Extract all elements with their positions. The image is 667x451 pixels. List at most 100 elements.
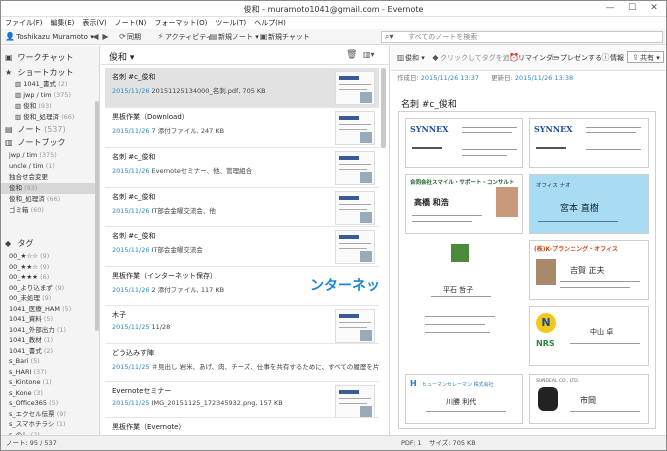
notes-icon: ▤: [5, 125, 13, 134]
menu-note[interactable]: ノート(N): [111, 17, 151, 29]
tag-icon: ◆: [432, 53, 439, 62]
sidebar-notebook-item[interactable]: 俊和 (93): [1, 183, 97, 194]
tag-icon: ◆: [5, 239, 12, 248]
business-card-synnex-1: SYNNEX: [405, 118, 523, 168]
activity-button[interactable]: ⚡ アクティビティ: [156, 31, 213, 43]
note-card-title: Evernoteセミナー: [112, 387, 172, 395]
sidebar-tag-item[interactable]: 1041_資料 (5): [9, 314, 99, 325]
sidebar-notebook-item[interactable]: uncle / tim (1): [1, 161, 97, 172]
sidebar-notebook-item[interactable]: ゴミ箱 (60): [1, 205, 97, 216]
menu-file[interactable]: ファイル(F): [1, 17, 47, 29]
sidebar-tag-item[interactable]: 1041_教材 (1): [9, 335, 99, 346]
delete-icon[interactable]: 🗑: [346, 50, 357, 60]
sidebar-tag-item[interactable]: 00_★★★ (6): [9, 272, 99, 283]
note-card[interactable]: 黒板作業（Evernote）: [105, 418, 379, 435]
sidebar-shortcuts[interactable]: ★ ショートカット: [5, 67, 99, 78]
business-card-synnex-2: SYNNEX: [529, 118, 649, 168]
note-list-scrollbar[interactable]: [381, 68, 386, 148]
note-card-title: 名刺 #c_俊和: [112, 73, 156, 81]
sync-button[interactable]: ⟳同期: [118, 31, 141, 43]
sidebar-tag-item[interactable]: s_Office365 (5): [9, 398, 99, 409]
sidebar-tag-item[interactable]: 1041_医療_HAM (5): [9, 304, 99, 315]
sidebar-tag-item[interactable]: 00_より込まず (9): [9, 283, 99, 294]
new-note-button[interactable]: ▤新規ノート ▾: [209, 31, 259, 43]
note-card-snippet: 2015/11/25 ＃見出し 岩米、あげ、肉、チーズ、仕事を共有するために、す…: [112, 363, 379, 371]
note-card[interactable]: 名刺 #c_俊和 2015/11/26 20151125134000_名刺.pdf…: [105, 68, 379, 108]
sidebar-tag-item[interactable]: 00_★☆☆ (9): [9, 251, 99, 262]
title-bar: 俊和 - muramoto1041@gmail.com - Evernote —…: [1, 1, 666, 17]
sidebar-notebooks[interactable]: ▥ ノートブック: [5, 137, 99, 148]
share-icon: ⇪: [632, 53, 639, 62]
back-button[interactable]: ◀: [91, 31, 100, 43]
sidebar-tag-item[interactable]: s_Bari (5): [9, 356, 99, 367]
info-icon: ⓘ: [601, 53, 610, 62]
view-options-icon[interactable]: ▥▾: [363, 50, 375, 59]
menu-tools[interactable]: ツール(T): [211, 17, 250, 29]
editor-notebook-selector[interactable]: ▥俊和 ▾: [396, 52, 425, 64]
business-card-sundeal: SUNDEAL CO., LTD. 市岡: [529, 374, 649, 424]
sidebar-tag-item[interactable]: 00_★★☆ (9): [9, 262, 99, 273]
note-card-thumbnail-text: ンターネッ: [310, 278, 379, 294]
sidebar-notes[interactable]: ▤ ノート (537): [5, 124, 99, 135]
maximize-button[interactable]: ☐: [621, 1, 643, 16]
note-editor: ▥俊和 ▾ ◆クリックしてタグを追加... ⏰リマインダー ▭プレゼンする ⓘ情…: [391, 46, 666, 435]
menu-edit[interactable]: 編集(E): [47, 17, 79, 29]
new-chat-button[interactable]: ▣新規チャット: [259, 31, 310, 43]
menu-help[interactable]: ヘルプ(H): [250, 17, 290, 29]
sidebar-tag-item[interactable]: 1041_外部出力 (1): [9, 325, 99, 336]
sidebar-shortcut-item[interactable]: ▥ 1041_書式 (2): [15, 79, 99, 90]
pdf-attachment-page[interactable]: SYNNEX SYNNEX 合同会社スマイル・サポート・コンサルト 高橋 和浩: [398, 111, 656, 429]
note-card-title: どう込みす陣: [112, 349, 154, 357]
info-button[interactable]: ⓘ情報: [601, 52, 625, 64]
sidebar-notebook-item[interactable]: jwp / tim (375): [1, 150, 97, 161]
user-icon: 👤: [5, 32, 15, 41]
created-date: 2015/11/26 13:37: [420, 74, 480, 82]
note-title[interactable]: 名刺 #c_俊和: [401, 97, 457, 110]
pdf-page-count: PDF: 1: [401, 439, 422, 447]
note-card[interactable]: 名刺 #c_俊和 2015/11/26 IT部会金曜交流会: [105, 227, 379, 267]
note-card-snippet: 2015/11/25 IMG_20151125_172345932.png, 1…: [112, 399, 283, 407]
business-card-mz-back: [405, 306, 523, 366]
note-card[interactable]: 名刺 #c_俊和 2015/11/26 Evernoteセミナー、他、管理組合: [105, 148, 379, 188]
sidebar-scrollbar[interactable]: [95, 101, 99, 331]
present-button[interactable]: ▭プレゼンする: [551, 52, 602, 64]
business-card-smile-support: 合同会社スマイル・サポート・コンサルト 高橋 和浩: [405, 174, 523, 234]
note-card-snippet: 2015/11/26 IT部会金曜交流会、他: [112, 207, 216, 215]
note-card[interactable]: 名刺 #c_俊和 2015/11/26 IT部会金曜交流会、他: [105, 188, 379, 227]
share-button[interactable]: ⇪共有 ▾: [627, 51, 664, 63]
forward-button[interactable]: ▶: [101, 31, 110, 43]
user-menu[interactable]: 👤 Toshikazu Muramoto ▾: [5, 31, 94, 43]
sidebar-tag-item[interactable]: s_Kintone (1): [9, 377, 99, 388]
note-metadata: 作成日: 2015/11/26 13:37 更新日: 2015/11/26 13…: [397, 74, 574, 82]
note-card[interactable]: どう込みす陣 2015/11/25 ＃見出し 岩米、あげ、肉、チーズ、仕事を共有す…: [105, 344, 379, 382]
menu-view[interactable]: 表示(V): [78, 17, 110, 29]
notebook-title[interactable]: 俊和 ▾: [109, 50, 134, 63]
sidebar-tag-item[interactable]: s_Kone (3): [9, 388, 99, 399]
notebook-icon: ▥: [396, 53, 405, 62]
portrait-photo: [536, 259, 556, 285]
sidebar-tag-item[interactable]: s_スマホチラシ (1): [9, 419, 99, 430]
sidebar-tag-item[interactable]: s_エクセル伝票 (9): [9, 409, 99, 420]
notebook-icon: ▥: [5, 138, 13, 147]
note-card[interactable]: 木子 2015/11/25 11/28: [105, 306, 379, 344]
sidebar-work-chat[interactable]: ▣ ワークチャット: [5, 52, 99, 63]
note-card-thumbnail: [335, 309, 375, 343]
sidebar-shortcut-item[interactable]: ▥ 俊和_処理済 (66): [15, 112, 99, 123]
note-card[interactable]: 黒板作業（インターネット保存） 2015/11/26 2 添付ファイル, 117 …: [105, 267, 379, 306]
sidebar-shortcut-item[interactable]: ▥ 俊和 (93): [15, 101, 99, 112]
close-button[interactable]: ✕: [643, 1, 665, 16]
note-card[interactable]: Evernoteセミナー 2015/11/25 IMG_20151125_1723…: [105, 382, 379, 418]
note-card[interactable]: 黒板作業（Download） 2015/11/26 7 添付ファイル, 247 K…: [105, 108, 379, 148]
sidebar-tag-item[interactable]: 00_未処理 (9): [9, 293, 99, 304]
sidebar-notebook-item[interactable]: 独合せ会変更: [1, 172, 97, 183]
family-crest-logo: [538, 387, 558, 411]
sidebar-shortcut-item[interactable]: ▥ jwp / tim (375): [15, 90, 99, 101]
sidebar-tag-item[interactable]: 1041_書式 (2): [9, 346, 99, 357]
menu-format[interactable]: フォーマット(O): [150, 17, 211, 29]
chat-icon: ▣: [259, 32, 268, 41]
minimize-button[interactable]: —: [599, 1, 621, 16]
sidebar-notebook-item[interactable]: 俊和_処理済 (66): [1, 194, 97, 205]
sidebar-tags[interactable]: ◆ タグ: [5, 238, 99, 249]
search-input[interactable]: ⌕▾ すべてのノートを検索: [381, 31, 663, 43]
sidebar-tag-item[interactable]: s_HARI (37): [9, 367, 99, 378]
